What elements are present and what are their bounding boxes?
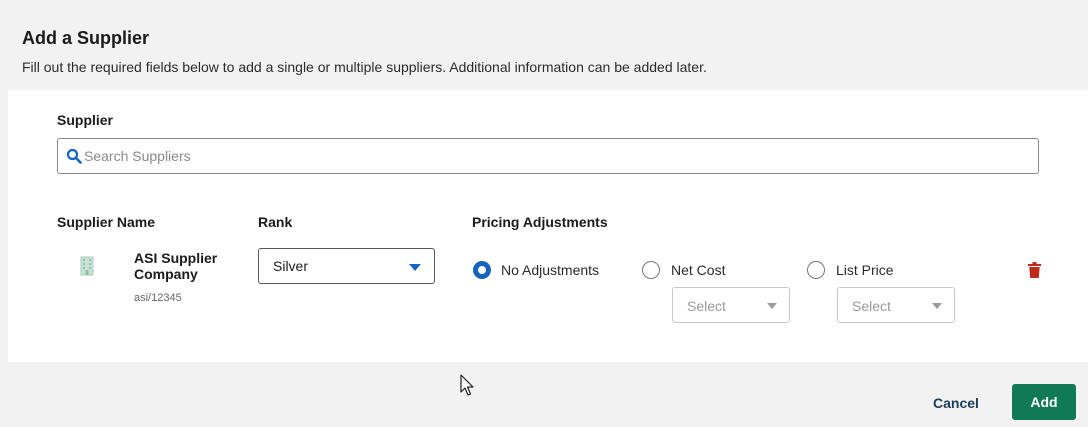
column-header-rank: Rank [258, 214, 293, 230]
net-cost-select-value: Select [687, 298, 726, 314]
net-cost-select[interactable]: Select [672, 287, 790, 323]
supplier-search-box[interactable] [57, 138, 1039, 174]
building-icon [80, 256, 94, 276]
list-price-select[interactable]: Select [837, 287, 955, 323]
chevron-down-icon [767, 303, 777, 309]
dialog-title: Add a Supplier [22, 28, 150, 48]
dialog-subtitle: Fill out the required fields below to ad… [22, 59, 707, 75]
rank-selected-value: Silver [273, 258, 309, 274]
cancel-button[interactable]: Cancel [926, 388, 986, 418]
rank-select[interactable]: Silver [258, 248, 435, 284]
supplier-asi-id: asi/12345 [134, 292, 182, 304]
column-header-pricing-adjustments: Pricing Adjustments [472, 214, 608, 230]
radio-list-price[interactable] [807, 261, 825, 279]
add-button[interactable]: Add [1012, 384, 1076, 420]
radio-label-no-adjustments: No Adjustments [501, 262, 600, 278]
list-price-select-value: Select [852, 298, 891, 314]
chevron-down-icon [932, 303, 942, 309]
radio-label-net-cost: Net Cost [671, 262, 726, 278]
radio-net-cost[interactable] [642, 261, 660, 279]
supplier-name: ASI Supplier Company [134, 250, 218, 282]
dialog-body: Supplier Supplier Name Rank Pricing Adju… [8, 90, 1088, 360]
dialog-footer: Cancel Add [8, 360, 1088, 427]
trash-icon[interactable] [1028, 262, 1041, 278]
dialog-header: Add a Supplier Fill out the required fie… [8, 8, 1088, 90]
radio-no-adjustments[interactable] [473, 261, 491, 279]
radio-label-list-price: List Price [836, 262, 894, 278]
mouse-pointer-icon [460, 374, 474, 396]
supplier-search-input[interactable] [84, 139, 1024, 173]
supplier-label: Supplier [57, 112, 114, 128]
column-header-supplier-name: Supplier Name [57, 214, 156, 230]
chevron-down-icon [409, 264, 421, 271]
search-icon [66, 148, 82, 164]
